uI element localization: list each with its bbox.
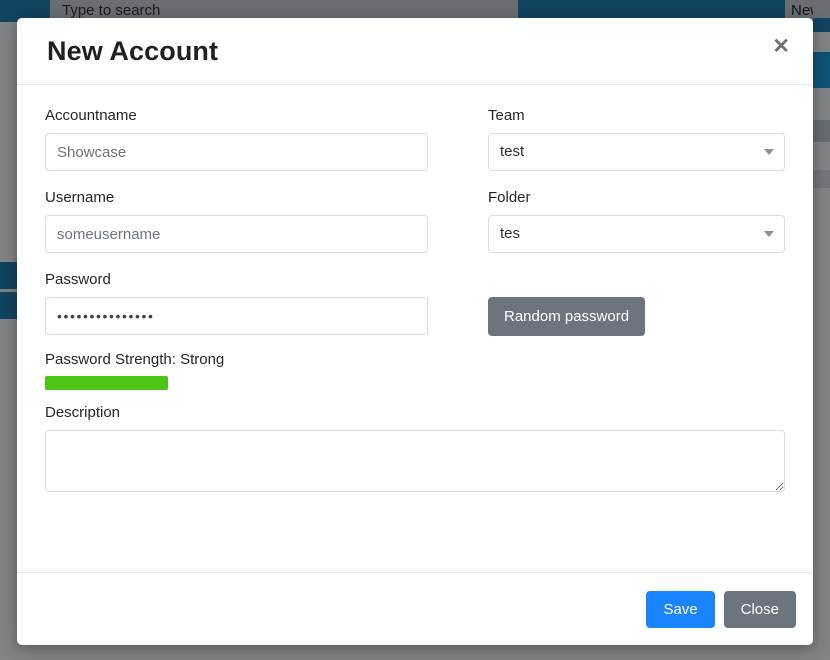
background-sidebar-item-3[interactable]	[0, 112, 17, 142]
accountname-label: Accountname	[45, 107, 137, 124]
description-textarea[interactable]	[45, 430, 785, 492]
folder-select[interactable]: tes	[488, 215, 785, 253]
background-right-segment-3	[813, 52, 830, 88]
password-strength: Password Strength: Strong	[45, 351, 428, 390]
background-sidebar-item-7[interactable]	[0, 232, 17, 262]
background-sidebar-item-10[interactable]	[0, 322, 17, 582]
page-title: New Account	[47, 35, 219, 66]
background-right-segment-2	[813, 32, 830, 52]
background-right-segment-5	[813, 120, 830, 142]
modal-body: Accountname Username Password Password S…	[17, 85, 813, 572]
background-right-segment-4	[813, 88, 830, 120]
folder-select-wrapper: tes	[488, 215, 785, 253]
description-label: Description	[45, 404, 121, 421]
background-right-panel	[813, 0, 830, 660]
background-sidebar-item-8[interactable]	[0, 262, 17, 292]
modal-footer: Save Close	[17, 572, 813, 645]
background-right-segment-8	[813, 188, 830, 660]
team-select-wrapper: test	[488, 133, 785, 171]
team-select[interactable]: test	[488, 133, 785, 171]
new-account-modal: New Account ✕ Accountname Username Passw…	[17, 18, 813, 645]
field-description: Description	[45, 404, 785, 492]
form-column-right: Team test Folder tes Random password	[488, 107, 785, 404]
password-strength-label: Password Strength: Strong	[45, 351, 225, 368]
field-folder: Folder tes	[488, 189, 785, 253]
background-right-segment-0	[813, 0, 830, 18]
accountname-input[interactable]	[45, 133, 428, 171]
random-password-row: Random password	[488, 271, 785, 336]
background-sidebar-item-4[interactable]	[0, 142, 17, 172]
password-strength-bar-track	[45, 376, 428, 390]
background-sidebar-item-6[interactable]	[0, 202, 17, 232]
field-accountname: Accountname	[45, 107, 428, 171]
field-password: Password	[45, 271, 428, 335]
team-label: Team	[488, 107, 525, 124]
background-sidebar-item-0[interactable]	[0, 22, 17, 52]
save-button[interactable]: Save	[646, 590, 715, 628]
form-column-left: Accountname Username Password Password S…	[45, 107, 428, 404]
background-right-segment-1	[813, 18, 830, 32]
close-button[interactable]: Close	[723, 590, 796, 628]
username-input[interactable]	[45, 215, 428, 253]
background-sidebar-item-9[interactable]	[0, 292, 17, 322]
field-team: Team test	[488, 107, 785, 171]
modal-header: New Account ✕	[17, 18, 813, 85]
background-right-segment-7	[813, 170, 830, 188]
folder-label: Folder	[488, 189, 531, 206]
close-icon[interactable]: ✕	[766, 32, 796, 61]
background-sidebar-item-2[interactable]	[0, 82, 17, 112]
field-username: Username	[45, 189, 428, 253]
background-sidebar	[0, 22, 17, 660]
username-label: Username	[45, 189, 115, 206]
password-label: Password	[45, 271, 111, 288]
random-password-button[interactable]: Random password	[488, 297, 646, 336]
password-strength-bar-fill	[45, 376, 168, 390]
account-form: Accountname Username Password Password S…	[45, 107, 785, 510]
background-right-segment-6	[813, 142, 830, 170]
background-sidebar-item-5[interactable]	[0, 172, 17, 202]
background-sidebar-item-1[interactable]	[0, 52, 17, 82]
password-input[interactable]	[45, 297, 428, 335]
